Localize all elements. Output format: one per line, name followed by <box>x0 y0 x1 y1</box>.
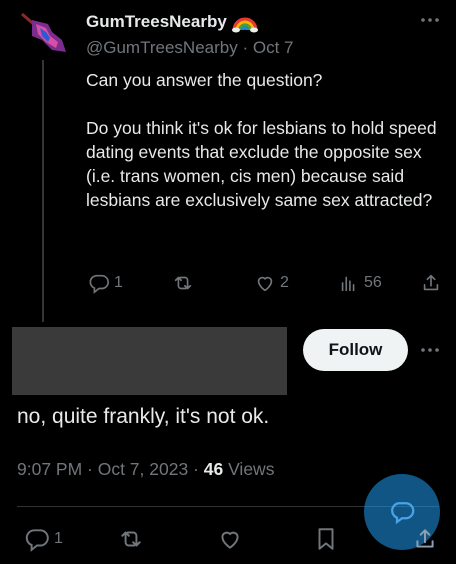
like-count: 2 <box>280 274 289 291</box>
bookmark-button[interactable] <box>313 526 339 552</box>
like-button[interactable]: 2 <box>254 272 289 294</box>
retweet-button[interactable] <box>172 272 194 294</box>
retweet-icon <box>174 276 192 290</box>
speech-bubble-icon <box>89 274 109 294</box>
separator: · <box>242 38 249 57</box>
reply-button[interactable]: 1 <box>24 526 63 552</box>
handle[interactable]: @GumTreesNearby <box>86 38 238 57</box>
views-count: 46 <box>203 459 224 479</box>
ellipsis-icon[interactable] <box>420 12 440 28</box>
rainbow-icon <box>231 17 258 33</box>
author-name-row: GumTreesNearby <box>86 10 259 34</box>
tweet-timestamp[interactable]: 9:07 PM · Oct 7, 2023 · <box>17 459 204 479</box>
thread-line <box>42 60 44 322</box>
tweet-date[interactable]: Oct 7 <box>253 38 294 57</box>
bar-chart-icon <box>341 276 355 292</box>
avatar[interactable] <box>18 10 70 52</box>
like-button[interactable] <box>217 526 243 552</box>
heart-icon <box>257 276 273 292</box>
reply-text: no, quite frankly, it's not ok. <box>17 405 270 428</box>
ellipsis-icon[interactable] <box>420 342 440 358</box>
view-count: 56 <box>364 274 382 291</box>
bookmark-icon <box>318 528 334 550</box>
follow-button[interactable]: Follow <box>303 329 408 371</box>
reply-count: 1 <box>114 274 123 291</box>
redacted-author <box>12 327 287 395</box>
share-icon <box>423 274 439 291</box>
retweet-icon <box>121 531 141 547</box>
heart-icon <box>221 531 239 549</box>
compose-icon <box>391 502 415 525</box>
speech-bubble-icon <box>25 529 49 552</box>
share-icon <box>416 529 434 548</box>
views-button[interactable]: 56 <box>338 272 382 294</box>
share-button[interactable] <box>412 526 438 552</box>
handle-row: @GumTreesNearby · Oct 7 <box>86 38 294 58</box>
tweet-meta: 9:07 PM · Oct 7, 2023 · 46 Views <box>17 459 274 480</box>
tweet-text: Can you answer the question? Do you thin… <box>86 70 437 210</box>
display-name[interactable]: GumTreesNearby <box>86 12 227 32</box>
reply-button[interactable]: 1 <box>88 272 123 294</box>
views-label: Views <box>223 459 275 479</box>
share-button[interactable] <box>420 272 442 294</box>
reply-count: 1 <box>54 530 63 547</box>
retweet-button[interactable] <box>118 526 144 552</box>
